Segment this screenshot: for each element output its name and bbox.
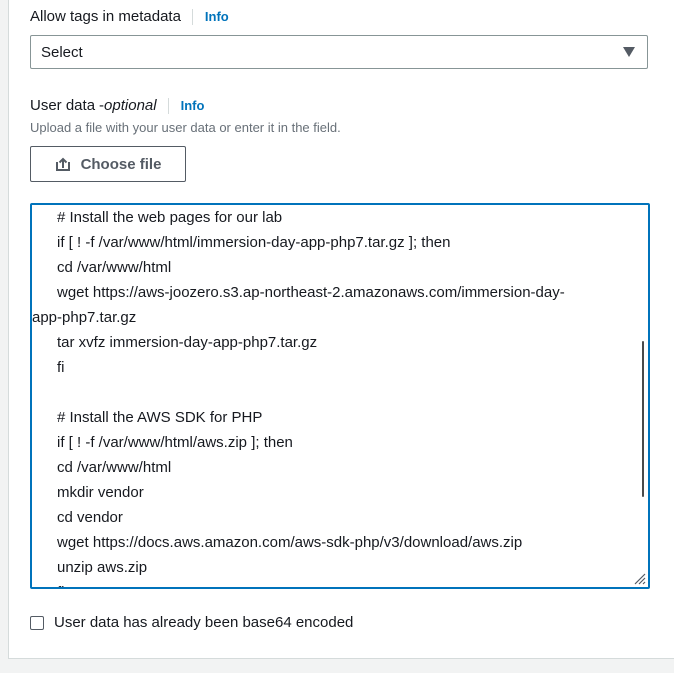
code-line: # Install the AWS SDK for PHP bbox=[57, 409, 263, 426]
code-line: if [ ! -f /var/www/html/aws.zip ]; then bbox=[57, 434, 293, 451]
tags-metadata-info-link[interactable]: Info bbox=[205, 9, 229, 24]
user-data-textarea[interactable]: # Install the web pages for our lab if [ … bbox=[30, 203, 650, 589]
tags-metadata-select-value: Select bbox=[41, 43, 83, 61]
code-line: # Install the web pages for our lab bbox=[57, 209, 283, 226]
code-line: mkdir vendor bbox=[57, 484, 144, 501]
user-data-content: # Install the web pages for our lab if [ … bbox=[32, 205, 632, 587]
code-line: fi bbox=[32, 580, 632, 587]
user-data-description: Upload a file with your user data or ent… bbox=[30, 120, 341, 135]
textarea-scrollbar[interactable] bbox=[642, 341, 644, 497]
user-data-info-link[interactable]: Info bbox=[181, 98, 205, 113]
upload-icon bbox=[55, 157, 70, 171]
label-divider bbox=[167, 97, 169, 114]
code-line: wget https://aws-joozero.s3.ap-northeast… bbox=[57, 284, 565, 301]
code-line: unzip aws.zip bbox=[57, 559, 148, 576]
label-divider bbox=[191, 8, 193, 25]
caret-down-icon bbox=[623, 47, 635, 57]
choose-file-button[interactable]: Choose file bbox=[30, 146, 186, 182]
code-line: if [ ! -f /var/www/html/immersion-day-ap… bbox=[57, 234, 451, 251]
code-line: wget https://docs.aws.amazon.com/aws-sdk… bbox=[57, 534, 523, 551]
tags-metadata-label-row: Allow tags in metadata Info bbox=[30, 8, 229, 25]
user-data-label-row: User data - optional Info bbox=[30, 97, 204, 114]
code-line: app-php7.tar.gz bbox=[32, 309, 137, 326]
code-line: tar xvfz immersion-day-app-php7.tar.gz bbox=[57, 334, 318, 351]
code-line: fi bbox=[57, 359, 65, 376]
tags-metadata-select[interactable]: Select bbox=[30, 35, 648, 69]
user-data-label: User data bbox=[30, 97, 96, 114]
resize-handle-icon[interactable] bbox=[632, 571, 646, 585]
base64-option-row: User data has already been base64 encode… bbox=[30, 614, 353, 631]
choose-file-label: Choose file bbox=[80, 155, 162, 173]
tags-metadata-label: Allow tags in metadata bbox=[30, 8, 181, 25]
base64-label: User data has already been base64 encode… bbox=[54, 614, 354, 631]
user-data-optional: optional bbox=[104, 97, 157, 114]
code-line: cd /var/www/html bbox=[57, 459, 172, 476]
base64-checkbox[interactable] bbox=[30, 615, 44, 630]
code-line: cd vendor bbox=[57, 509, 123, 526]
code-line: cd /var/www/html bbox=[57, 259, 172, 276]
